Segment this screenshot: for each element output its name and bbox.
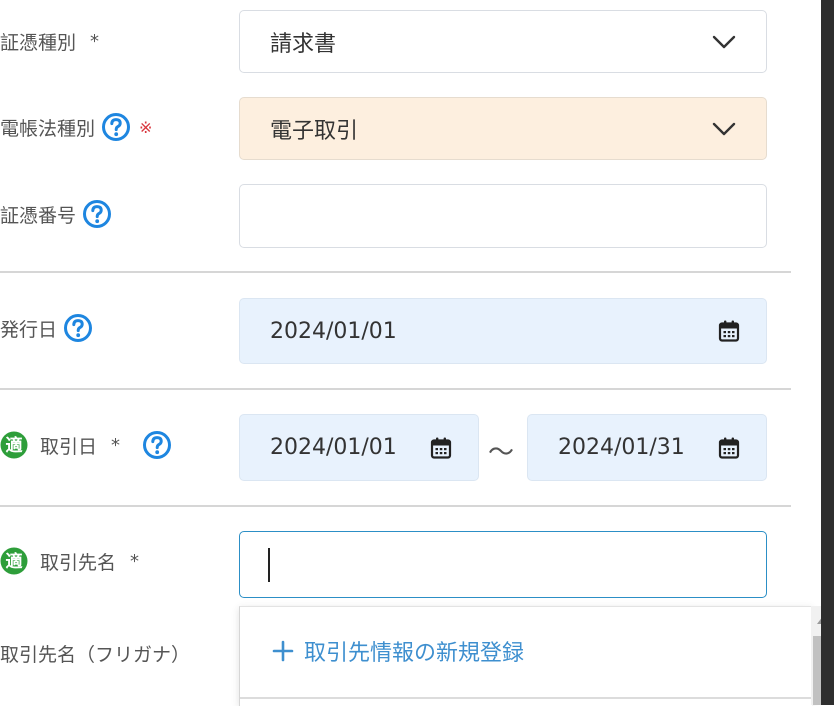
- torihiki-bi-from-date-input[interactable]: 2024/01/01: [239, 414, 479, 481]
- torihiki-bi-from-value: 2024/01/01: [270, 435, 397, 460]
- teki-badge-text: 適: [6, 551, 23, 572]
- hakkou-bi-label: 発行日: [0, 313, 93, 343]
- shouhyou-shubetsu-value: 請求書: [270, 31, 337, 57]
- text-cursor: [268, 548, 270, 582]
- required-mark: *: [130, 550, 140, 572]
- hakkou-bi-date-input[interactable]: 2024/01/01: [239, 298, 767, 364]
- teki-badge-text: 適: [6, 435, 23, 456]
- required-mark: *: [90, 31, 100, 52]
- denchouhou-shubetsu-value: 電子取引: [270, 118, 359, 144]
- help-circle-icon[interactable]: [101, 112, 131, 142]
- torihikisaki-furigana-label-text: 取引先名（フリガナ）: [0, 644, 191, 666]
- page-scrollbar[interactable]: [821, 0, 834, 705]
- shouhyou-shubetsu-label: 証憑種別 *: [0, 28, 99, 55]
- torihiki-bi-to-date-input[interactable]: 2024/01/31: [527, 414, 767, 481]
- hakkou-bi-value: 2024/01/01: [270, 318, 397, 344]
- denchouhou-shubetsu-label: 電帳法種別 ※: [0, 112, 152, 142]
- shouhyou-bangou-label-text: 証憑番号: [0, 204, 77, 227]
- torihiki-bi-label-text: 取引日: [40, 435, 98, 458]
- add-new-torihikisaki-link[interactable]: 取引先情報の新規登録: [272, 635, 524, 667]
- section-divider: [0, 271, 791, 273]
- calendar-icon[interactable]: [717, 319, 741, 343]
- denchouhou-shubetsu-label-text: 電帳法種別: [0, 117, 96, 140]
- add-new-torihikisaki-label: 取引先情報の新規登録: [304, 641, 525, 666]
- torihikisaki-suggestion-dropdown: 取引先情報の新規登録: [239, 606, 812, 706]
- torihikisaki-mei-input[interactable]: [239, 531, 767, 598]
- hakkou-bi-label-text: 発行日: [0, 318, 58, 341]
- torihiki-bi-label: 適 取引日 *: [0, 430, 172, 460]
- shouhyou-bangou-input[interactable]: [239, 184, 767, 248]
- torihiki-bi-to-value: 2024/01/31: [558, 435, 685, 460]
- date-range-separator: 〜: [488, 438, 515, 468]
- required-mark: *: [111, 434, 121, 456]
- section-divider: [0, 505, 791, 507]
- calendar-icon[interactable]: [717, 436, 741, 460]
- calendar-icon[interactable]: [429, 436, 453, 460]
- shouhyou-bangou-label: 証憑番号: [0, 199, 112, 229]
- shouhyou-shubetsu-select[interactable]: 請求書: [239, 10, 767, 73]
- teki-badge-icon: 適: [0, 547, 28, 575]
- torihikisaki-furigana-label: 取引先名（フリガナ）: [0, 640, 190, 667]
- chevron-down-icon: [712, 122, 736, 135]
- torihikisaki-mei-label-text: 取引先名: [40, 551, 117, 574]
- plus-icon: [272, 640, 294, 662]
- torihikisaki-mei-label: 適 取引先名 *: [0, 547, 139, 575]
- help-circle-icon[interactable]: [82, 199, 112, 229]
- help-circle-icon[interactable]: [63, 313, 93, 343]
- chevron-down-icon: [712, 35, 736, 48]
- required-mark-red: ※: [139, 117, 153, 137]
- dropdown-divider: [240, 697, 812, 699]
- section-divider: [0, 388, 791, 390]
- denchouhou-shubetsu-select[interactable]: 電子取引: [239, 97, 767, 160]
- help-circle-icon[interactable]: [142, 430, 172, 460]
- teki-badge-icon: 適: [0, 431, 28, 459]
- shouhyou-shubetsu-label-text: 証憑種別: [0, 32, 77, 54]
